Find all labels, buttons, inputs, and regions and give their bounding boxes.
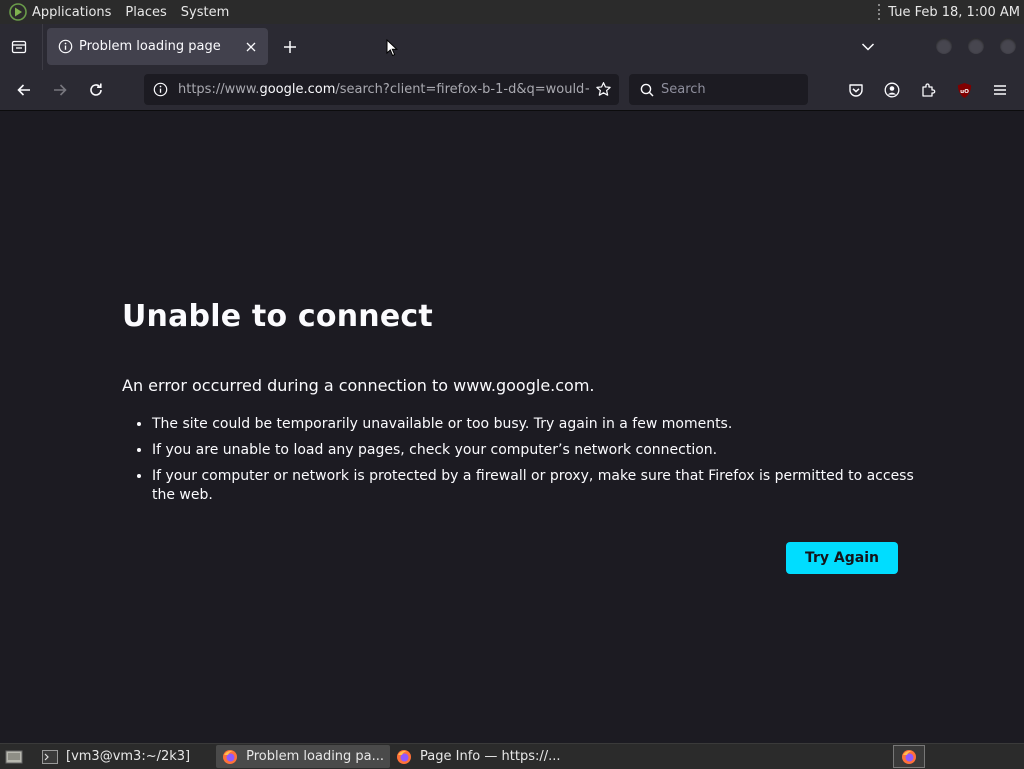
page-content: Unable to connect An error occurred duri… bbox=[0, 111, 1024, 743]
clock[interactable]: Tue Feb 18, 1:00 AM bbox=[888, 5, 1020, 20]
new-tab-button[interactable] bbox=[278, 36, 302, 58]
app-menu-button[interactable] bbox=[988, 78, 1012, 102]
star-icon bbox=[595, 82, 611, 96]
firefox-icon bbox=[396, 749, 412, 765]
system-top-panel: Applications Places System Tue Feb 18, 1… bbox=[0, 0, 1024, 24]
close-icon[interactable] bbox=[240, 36, 262, 58]
firefox-view-button[interactable] bbox=[8, 36, 30, 58]
tab-strip-separator bbox=[42, 24, 43, 70]
panel-grip bbox=[878, 4, 882, 20]
applications-menu[interactable]: Applications bbox=[32, 5, 111, 20]
places-menu[interactable]: Places bbox=[125, 5, 166, 20]
pocket-button[interactable] bbox=[844, 78, 868, 102]
url-bar[interactable]: https://www.google.com/search?client=fir… bbox=[144, 74, 619, 105]
close-window-button[interactable] bbox=[1000, 38, 1016, 54]
terminal-icon bbox=[42, 749, 58, 765]
url-prefix: https://www. bbox=[178, 82, 260, 97]
distro-logo-icon[interactable] bbox=[9, 3, 27, 21]
reload-button[interactable] bbox=[84, 78, 108, 102]
ublock-origin-icon: uO bbox=[957, 82, 971, 98]
taskbar-item-page-info[interactable]: Page Info — https://... bbox=[390, 745, 566, 768]
search-bar[interactable] bbox=[629, 74, 808, 105]
minimize-window-button[interactable] bbox=[936, 38, 952, 54]
list-item: If your computer or network is protected… bbox=[152, 467, 922, 505]
error-suggestions: The site could be temporarily unavailabl… bbox=[130, 415, 922, 512]
url-text[interactable]: https://www.google.com/search?client=fir… bbox=[178, 82, 589, 97]
show-desktop-icon bbox=[5, 750, 23, 763]
tab-title: Problem loading page bbox=[79, 39, 221, 54]
task-label: Problem loading pa... bbox=[246, 749, 385, 764]
task-label: [vm3@vm3:~/2k3] bbox=[66, 749, 191, 764]
url-rest: /search?client=firefox-b-1-d&q=would+ bbox=[335, 82, 589, 97]
taskbar-item-firefox-problem[interactable]: Problem loading pa... bbox=[216, 745, 391, 768]
tab-strip: Problem loading page bbox=[0, 24, 1024, 70]
back-button[interactable] bbox=[12, 78, 36, 102]
extensions-button[interactable] bbox=[916, 78, 940, 102]
list-item: The site could be temporarily unavailabl… bbox=[152, 415, 922, 434]
extensions-icon bbox=[922, 83, 936, 97]
forward-button[interactable] bbox=[48, 78, 72, 102]
mouse-cursor-icon bbox=[386, 39, 398, 57]
chevron-down-icon bbox=[861, 43, 875, 51]
ublock-origin-button[interactable]: uO bbox=[952, 78, 976, 102]
firefox-view-icon bbox=[11, 40, 27, 54]
site-info-icon[interactable] bbox=[152, 82, 168, 98]
account-button[interactable] bbox=[880, 78, 904, 102]
reload-icon bbox=[90, 83, 102, 96]
maximize-window-button[interactable] bbox=[968, 38, 984, 54]
bookmark-star-button[interactable] bbox=[589, 76, 617, 104]
forward-arrow-icon bbox=[54, 84, 67, 96]
workspace-switcher[interactable] bbox=[893, 745, 925, 768]
navigation-toolbar: https://www.google.com/search?client=fir… bbox=[0, 70, 1024, 111]
show-desktop-button[interactable] bbox=[4, 748, 24, 766]
list-all-tabs-button[interactable] bbox=[856, 36, 880, 58]
system-menu[interactable]: System bbox=[181, 5, 229, 20]
search-input[interactable] bbox=[661, 82, 801, 97]
error-title: Unable to connect bbox=[122, 299, 433, 334]
taskbar-item-terminal[interactable]: [vm3@vm3:~/2k3] bbox=[36, 745, 196, 768]
info-icon bbox=[57, 39, 73, 55]
search-icon bbox=[639, 82, 655, 98]
pocket-icon bbox=[849, 84, 863, 97]
try-again-button[interactable]: Try Again bbox=[786, 542, 898, 574]
list-item: If you are unable to load any pages, che… bbox=[152, 441, 922, 460]
system-taskbar: [vm3@vm3:~/2k3] Problem loading pa... Pa… bbox=[0, 743, 1024, 769]
error-intro: An error occurred during a connection to… bbox=[122, 376, 595, 395]
hamburger-menu-icon bbox=[994, 85, 1006, 95]
ublock-badge-text: uO bbox=[960, 88, 969, 94]
firefox-icon bbox=[902, 749, 916, 764]
account-icon bbox=[884, 82, 900, 98]
url-host: google.com bbox=[259, 82, 336, 97]
plus-icon bbox=[284, 41, 296, 53]
tab-problem-loading[interactable]: Problem loading page bbox=[47, 28, 268, 65]
back-arrow-icon bbox=[17, 84, 30, 96]
firefox-icon bbox=[222, 749, 238, 765]
task-label: Page Info — https://... bbox=[420, 749, 561, 764]
